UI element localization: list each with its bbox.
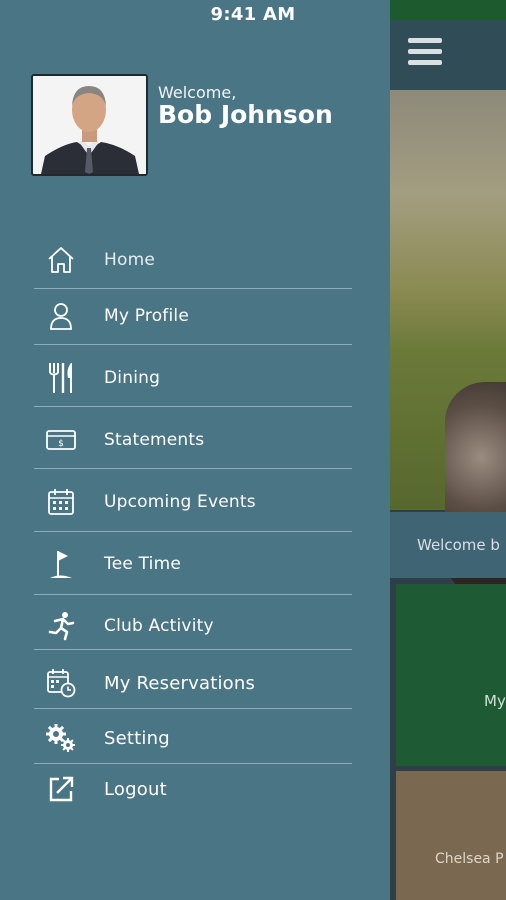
menu-item-label: My Reservations	[104, 672, 256, 694]
background-welcome-text: Welcome b	[390, 512, 506, 578]
reservation-icon	[34, 663, 88, 703]
menu-item-my-profile[interactable]: My Profile	[34, 288, 352, 344]
running-icon	[34, 606, 88, 646]
divider	[34, 468, 352, 469]
menu-item-label: Logout	[104, 778, 167, 800]
status-bar-time: 9:41 AM	[210, 4, 296, 25]
menu-item-label: Statements	[104, 430, 205, 450]
menu-item-label: Upcoming Events	[104, 492, 256, 512]
menu-item-logout[interactable]: Logout	[34, 761, 352, 817]
background-app: Welcome b My Chelsea P	[390, 0, 506, 900]
logout-icon	[34, 769, 88, 809]
background-tile-my[interactable]: My	[396, 584, 506, 766]
divider	[34, 531, 352, 532]
background-tile-my-label: My	[484, 692, 506, 710]
menu-item-dining[interactable]: Dining	[34, 350, 352, 406]
menu-item-club-activity[interactable]: Club Activity	[34, 598, 352, 654]
menu-item-label: My Profile	[104, 306, 189, 326]
menu-item-label: Home	[104, 250, 156, 270]
gears-icon	[34, 718, 88, 758]
home-icon	[34, 240, 88, 280]
divider	[34, 594, 352, 595]
menu-item-label: Dining	[104, 368, 161, 388]
menu-item-label: Setting	[104, 727, 170, 749]
golf-flag-icon	[34, 544, 88, 584]
divider	[34, 649, 352, 650]
divider	[34, 406, 352, 407]
statement-icon: $	[34, 420, 88, 460]
calendar-icon	[34, 482, 88, 522]
svg-text:$: $	[58, 439, 64, 449]
divider	[34, 708, 352, 709]
background-tile-chelsea[interactable]: Chelsea P	[396, 771, 506, 900]
menu-item-setting[interactable]: Setting	[34, 710, 352, 766]
avatar[interactable]	[31, 74, 148, 176]
menu-item-label: Tee Time	[104, 554, 182, 574]
menu-item-home[interactable]: Home	[34, 232, 352, 288]
divider	[34, 344, 352, 345]
menu-item-statements[interactable]: $ Statements	[34, 412, 352, 468]
menu-item-upcoming-events[interactable]: Upcoming Events	[34, 474, 352, 530]
menu-item-tee-time[interactable]: Tee Time	[34, 536, 352, 592]
menu-item-label: Club Activity	[104, 616, 214, 636]
background-tile-chelsea-label: Chelsea P	[435, 851, 504, 867]
person-icon	[34, 296, 88, 336]
navigation-drawer: Welcome, Bob Johnson Home My Profile Din…	[0, 0, 390, 900]
dining-icon	[34, 358, 88, 398]
hero-image	[390, 90, 506, 597]
hamburger-menu-icon[interactable]	[408, 38, 442, 72]
menu-item-my-reservations[interactable]: My Reservations	[34, 655, 352, 711]
user-name: Bob Johnson	[158, 100, 333, 129]
